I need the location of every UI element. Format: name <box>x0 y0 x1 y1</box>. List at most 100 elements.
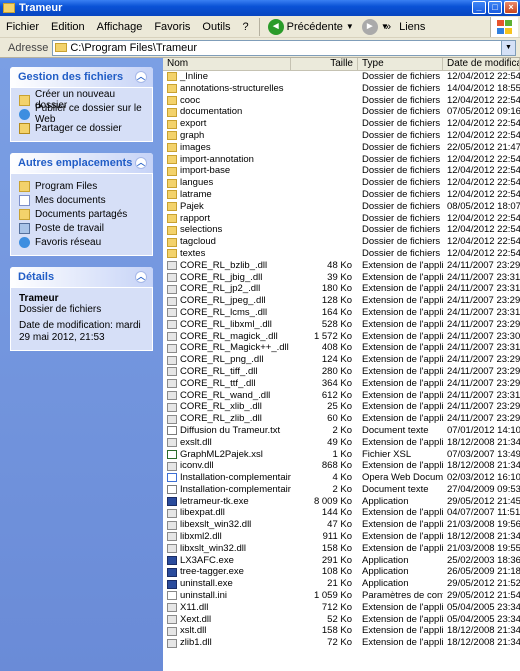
file-row[interactable]: CORE_RL_jpeg_.dll 128 Ko Extension de l'ap… <box>163 295 520 307</box>
file-row[interactable]: iconv.dll 868 Ko Extension de l'applic... 1… <box>163 460 520 472</box>
file-row[interactable]: X11.dll 712 Ko Extension de l'applic... 05/… <box>163 602 520 614</box>
file-date: 18/12/2008 21:34 <box>447 637 520 649</box>
file-name: uninstall.exe <box>180 578 233 590</box>
maximize-button[interactable]: □ <box>488 1 502 14</box>
place-my-computer[interactable]: Poste de travail <box>19 221 146 235</box>
file-row[interactable]: CORE_RL_xlib_.dll 25 Ko Extension de l'app… <box>163 401 520 413</box>
file-tasks-header[interactable]: Gestion des fichiers ︿ <box>10 67 153 87</box>
place-my-documents[interactable]: Mes documents <box>19 193 146 207</box>
file-row[interactable]: libexpat.dll 144 Ko Extension de l'applic.… <box>163 507 520 519</box>
address-dropdown-button[interactable]: ▼ <box>501 40 515 55</box>
column-header-type[interactable]: Type <box>358 58 443 70</box>
collapse-icon[interactable]: ︿ <box>135 271 147 283</box>
file-row[interactable]: tagcloud Dossier de fichiers 12/04/2012 22… <box>163 236 520 248</box>
file-row[interactable]: uninstall.ini 1 059 Ko Paramètres de confi… <box>163 590 520 602</box>
file-row[interactable]: CORE_RL_zlib_.dll 60 Ko Extension de l'app… <box>163 413 520 425</box>
toolbar-overflow-button[interactable]: » <box>385 21 391 33</box>
file-row[interactable]: Pajek Dossier de fichiers 08/05/2012 18:07 <box>163 201 520 213</box>
menu-outils[interactable]: Outils <box>196 17 236 37</box>
file-row[interactable]: LX3AFC.exe 291 Ko Application 25/02/2003 18… <box>163 555 520 567</box>
file-row[interactable]: tree-tagger.exe 108 Ko Application 26/05/20… <box>163 566 520 578</box>
file-row[interactable]: CORE_RL_jbig_.dll 39 Ko Extension de l'app… <box>163 272 520 284</box>
menu-fichier[interactable]: Fichier <box>0 17 45 37</box>
file-row[interactable]: CORE_RL_Magick++_.dll 408 Ko Extension de … <box>163 342 520 354</box>
file-date: 24/11/2007 23:29 <box>447 295 520 307</box>
task-publish-web[interactable]: Publier ce dossier sur le Web <box>19 103 146 125</box>
file-row[interactable]: libexslt_win32.dll 47 Ko Extension de l'ap… <box>163 519 520 531</box>
file-size <box>291 213 358 225</box>
column-header-date[interactable]: Date de modification <box>443 58 520 70</box>
file-row[interactable]: latrame Dossier de fichiers 12/04/2012 22:… <box>163 189 520 201</box>
file-row[interactable]: uninstall.exe 21 Ko Application 29/05/2012 … <box>163 578 520 590</box>
file-row[interactable]: annotations-structurelles Dossier de fich… <box>163 83 520 95</box>
file-row[interactable]: import-annotation Dossier de fichiers 12/0… <box>163 154 520 166</box>
file-row[interactable]: CORE_RL_png_.dll 124 Ko Extension de l'app… <box>163 354 520 366</box>
file-row[interactable]: libxml2.dll 911 Ko Extension de l'applic..… <box>163 531 520 543</box>
collapse-icon[interactable]: ︿ <box>135 71 147 83</box>
file-row[interactable]: xslt.dll 158 Ko Extension de l'applic... 18… <box>163 625 520 637</box>
file-row[interactable]: CORE_RL_libxml_.dll 528 Ko Extension de l'… <box>163 319 520 331</box>
file-row[interactable]: cooc Dossier de fichiers 12/04/2012 22:54 <box>163 95 520 107</box>
file-row[interactable]: CORE_RL_wand_.dll 612 Ko Extension de l'ap… <box>163 390 520 402</box>
back-button[interactable]: ◄ Précédente ▼ <box>264 17 358 37</box>
file-row[interactable]: textes Dossier de fichiers 12/04/2012 22:5… <box>163 248 520 260</box>
file-name: latrame <box>180 188 212 200</box>
file-row[interactable]: zlib1.dll 72 Ko Extension de l'applic... 18… <box>163 637 520 649</box>
file-name-cell: libxml2.dll <box>163 531 291 543</box>
chevron-down-icon[interactable]: ▼ <box>346 22 354 31</box>
place-program-files[interactable]: Program Files <box>19 179 146 193</box>
file-row[interactable]: export Dossier de fichiers 12/04/2012 22:5… <box>163 118 520 130</box>
column-header-size[interactable]: Taille <box>291 58 358 70</box>
file-row[interactable]: CORE_RL_tiff_.dll 280 Ko Extension de l'ap… <box>163 366 520 378</box>
file-name-cell: GraphML2Pajek.xsl <box>163 449 291 461</box>
file-row[interactable]: import-base Dossier de fichiers 12/04/2012… <box>163 165 520 177</box>
file-row[interactable]: selections Dossier de fichiers 12/04/2012 … <box>163 224 520 236</box>
file-date: 12/04/2012 22:54 <box>447 224 520 236</box>
file-row[interactable]: langues Dossier de fichiers 12/04/2012 22:… <box>163 177 520 189</box>
file-date: 07/03/2007 13:49 <box>447 448 520 460</box>
file-row[interactable]: CORE_RL_magick_.dll 1 572 Ko Extension de … <box>163 331 520 343</box>
title-bar[interactable]: Trameur _ □ × <box>0 0 520 16</box>
file-row[interactable]: libxslt_win32.dll 158 Ko Extension de l'ap… <box>163 543 520 555</box>
menu-edition[interactable]: Edition <box>45 17 91 37</box>
place-shared-documents[interactable]: Documents partagés <box>19 207 146 221</box>
file-row[interactable]: GraphML2Pajek.xsl 1 Ko Fichier XSL 07/03/20… <box>163 449 520 461</box>
file-row[interactable]: Xext.dll 52 Ko Extension de l'applic... 05/… <box>163 614 520 626</box>
file-row[interactable]: documentation Dossier de fichiers 07/05/20… <box>163 106 520 118</box>
other-places-header[interactable]: Autres emplacements ︿ <box>10 153 153 173</box>
file-row[interactable]: Installation-complementaire.txt 2 Ko Docum… <box>163 484 520 496</box>
place-network[interactable]: Favoris réseau <box>19 235 146 249</box>
file-size <box>291 189 358 201</box>
address-input[interactable]: C:\Program Files\Trameur ▼ <box>52 39 516 56</box>
file-type: Dossier de fichiers <box>362 165 441 177</box>
menu-help[interactable]: ? <box>237 17 255 37</box>
file-row[interactable]: CORE_RL_lcms_.dll 164 Ko Extension de l'ap… <box>163 307 520 319</box>
menu-favoris[interactable]: Favoris <box>148 17 196 37</box>
file-row[interactable]: Installation-complementaire.html 4 Ko Oper… <box>163 472 520 484</box>
file-type: Extension de l'applic... <box>362 507 443 519</box>
file-row[interactable]: CORE_RL_bzlib_.dll 48 Ko Extension de l'ap… <box>163 260 520 272</box>
file-row[interactable]: Diffusion du Trameur.txt 2 Ko Document tex… <box>163 425 520 437</box>
file-row[interactable]: rapport Dossier de fichiers 12/04/2012 22:… <box>163 213 520 225</box>
file-type: Application <box>362 495 409 507</box>
file-type: Application <box>362 554 409 566</box>
file-type: Extension de l'applic... <box>362 283 443 295</box>
place-label: Documents partagés <box>35 208 128 220</box>
file-row[interactable]: _Inline Dossier de fichiers 12/04/2012 22:… <box>163 71 520 83</box>
file-row[interactable]: exslt.dll 49 Ko Extension de l'applic... 18… <box>163 437 520 449</box>
details-header[interactable]: Détails ︿ <box>10 267 153 287</box>
menu-affichage[interactable]: Affichage <box>91 17 149 37</box>
file-date: 05/04/2005 23:34 <box>447 601 520 613</box>
file-row[interactable]: CORE_RL_jp2_.dll 180 Ko Extension de l'app… <box>163 283 520 295</box>
file-row[interactable]: CORE_RL_ttf_.dll 364 Ko Extension de l'app… <box>163 378 520 390</box>
file-row[interactable]: images Dossier de fichiers 22/05/2012 21:4… <box>163 142 520 154</box>
file-row[interactable]: letrameur-tk.exe 8 009 Ko Application 29/05… <box>163 496 520 508</box>
minimize-button[interactable]: _ <box>472 1 486 14</box>
close-button[interactable]: × <box>504 1 518 14</box>
column-header-name[interactable]: Nom <box>163 58 291 70</box>
file-name: libxml2.dll <box>180 531 222 543</box>
collapse-icon[interactable]: ︿ <box>135 157 147 169</box>
file-row[interactable]: graph Dossier de fichiers 12/04/2012 22:54 <box>163 130 520 142</box>
folder-file-icon <box>167 119 177 129</box>
links-button[interactable]: Liens <box>399 21 425 33</box>
